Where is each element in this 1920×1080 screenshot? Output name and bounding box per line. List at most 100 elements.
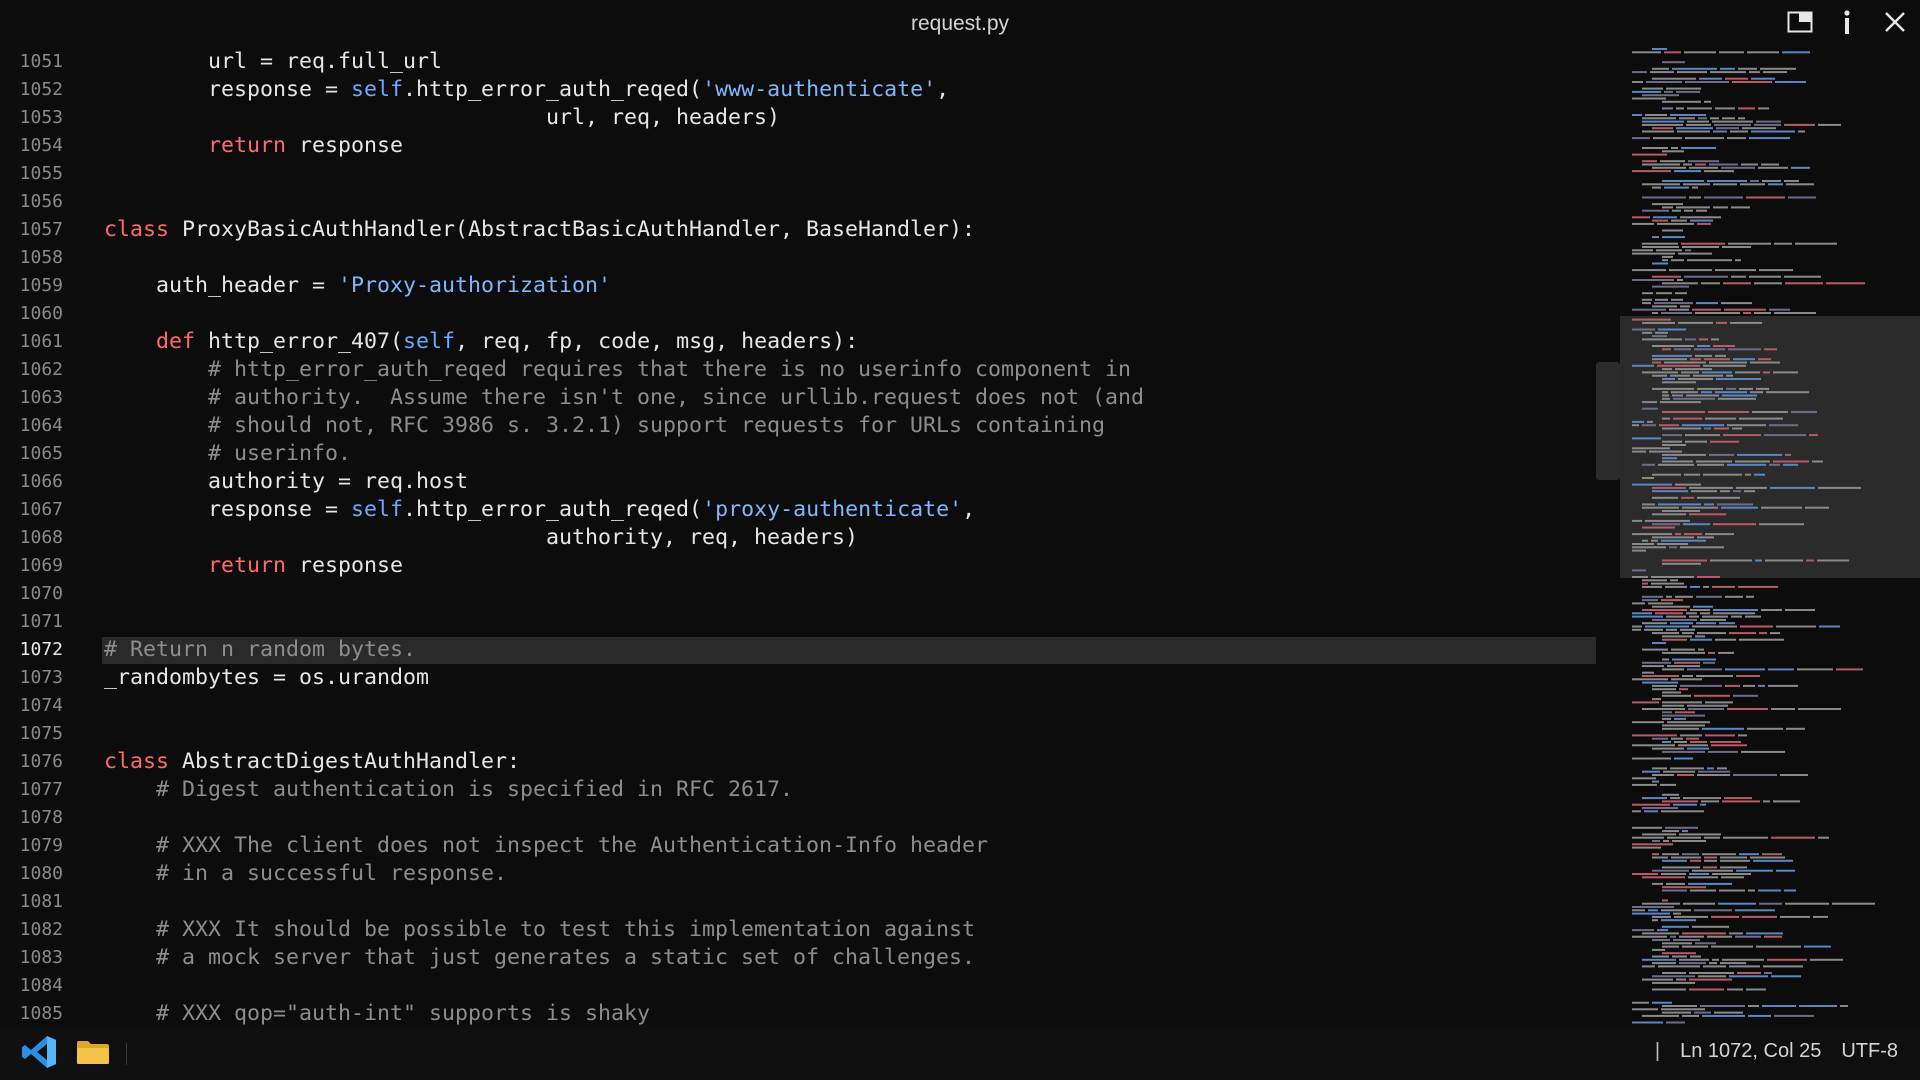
minimap-stroke [1678,252,1712,255]
code-line[interactable]: 1062 # http_error_auth_reqed requires th… [0,356,1596,384]
minimap-stroke [1712,120,1753,123]
code-line[interactable]: 1069 return response [0,552,1596,580]
code-line[interactable]: 1055 [0,160,1596,188]
code-line[interactable]: 1071 [0,608,1596,636]
minimap-stroke [1704,358,1730,361]
minimap-stroke [1686,612,1697,615]
code-line[interactable]: 1054 return response [0,132,1596,160]
minimap-stroke [1662,899,1668,902]
code-line[interactable]: 1085 # XXX qop="auth-int" supports is sh… [0,1000,1596,1025]
minimap-stroke [1738,734,1747,737]
code-line[interactable]: 1051 url = req.full_url [0,48,1596,76]
minimap-stroke [1773,800,1800,803]
minimap-stroke [1798,708,1841,710]
code-line[interactable]: 1083 # a mock server that just generates… [0,944,1596,972]
code-line[interactable]: 1067 response = self.http_error_auth_req… [0,496,1596,524]
minimap-stroke [1642,209,1669,212]
code-line[interactable]: 1075 [0,720,1596,748]
scrollbar-thumb[interactable] [1596,362,1620,480]
minimap-stroke [1754,473,1765,476]
code-line[interactable]: 1063 # authority. Assume there isn't one… [0,384,1596,412]
code-line[interactable]: 1082 # XXX It should be possible to test… [0,916,1596,944]
minimap-stroke [1771,975,1801,978]
code-line[interactable]: 1084 [0,972,1596,1000]
minimap-stroke [1690,955,1701,958]
code-line[interactable]: 1070 [0,580,1596,608]
code-line[interactable]: 1076 class AbstractDigestAuthHandler: [0,748,1596,776]
line-code: url, req, headers) [546,105,781,130]
minimap-stroke [1756,387,1769,390]
code-line[interactable]: 1066 authority = req.host [0,468,1596,496]
minimap-stroke [1780,774,1808,776]
minimap-stroke [1713,206,1728,209]
minimap-stroke [1632,543,1654,545]
minimap-stroke [1642,130,1674,133]
minimap-stroke [1727,424,1766,427]
code-line[interactable]: 1060 [0,300,1596,328]
minimap-stroke [1685,137,1724,140]
minimap-stroke [1642,463,1655,466]
minimap-stroke [1687,120,1709,123]
minimap-stroke [1662,100,1701,103]
minimap-stroke [1662,427,1701,430]
minimap-stroke [1657,543,1688,545]
minimap-stroke [1784,889,1796,892]
minimap-stroke [1721,876,1744,879]
code-line[interactable]: 1053 url, req, headers) [0,104,1596,132]
code-line[interactable]: 1078 [0,804,1596,832]
code-line[interactable]: 1058 [0,244,1596,272]
minimap-stroke [1662,180,1704,182]
minimap-stroke [1783,463,1798,466]
code-line[interactable]: 1064 # should not, RFC 3986 s. 3.2.1) su… [0,412,1596,440]
minimap-stroke [1642,246,1679,248]
code-line[interactable]: 1056 [0,188,1596,216]
code-line[interactable]: 1080 # in a successful response. [0,860,1596,888]
minimap-stroke [1715,269,1756,272]
code-line[interactable]: 1059 auth_header = 'Proxy-authorization' [0,272,1596,300]
code-line[interactable]: 1074 [0,692,1596,720]
code-line[interactable]: 1061 def http_error_407(self, req, fp, c… [0,328,1596,356]
minimap-stroke [1715,638,1736,641]
panel-layout-button[interactable] [1782,8,1818,40]
minimap-stroke [1720,67,1735,70]
minimap-stroke [1660,160,1685,163]
minimap-stroke [1642,302,1651,305]
minimap-stroke [1703,866,1717,869]
cursor-position[interactable]: Ln 1072, Col 25 [1680,1040,1821,1063]
code-line[interactable]: 1065 # userinfo. [0,440,1596,468]
minimap-stroke [1675,711,1695,714]
code-line[interactable]: 1057 class ProxyBasicAuthHandler(Abstract… [0,216,1596,244]
minimap-stroke [1653,137,1682,140]
minimap[interactable] [1620,48,1920,1025]
minimap-stroke [1645,625,1689,628]
folder-icon[interactable] [76,1039,110,1070]
code-editor[interactable]: 1051 url = req.full_url 1052 response = s… [0,48,1596,1025]
minimap-stroke [1661,919,1696,922]
minimap-stroke [1683,163,1692,166]
line-code: class AbstractDigestAuthHandler: [104,749,521,774]
info-button[interactable] [1829,8,1865,40]
minimap-stroke [1642,123,1683,126]
code-line[interactable]: 1079 # XXX The client does not inspect t… [0,832,1596,860]
minimap-stroke [1686,394,1719,397]
code-line[interactable]: 1077 # Digest authentication is specifie… [0,776,1596,804]
minimap-stroke [1674,717,1686,720]
minimap-stroke [1702,371,1732,374]
line-number: 1064 [19,415,63,436]
minimap-stroke [1744,490,1755,493]
minimap-stroke [1696,595,1722,598]
minimap-stroke [1708,651,1715,654]
minimap-stroke [1697,576,1720,578]
code-line[interactable]: 1073 _randombytes = os.urandom [0,664,1596,692]
code-line[interactable]: 1081 [0,888,1596,916]
minimap-stroke [1763,71,1787,74]
code-line[interactable]: 1068 authority, req, headers) [0,524,1596,552]
minimap-stroke [1711,945,1753,948]
file-encoding[interactable]: UTF-8 [1841,1040,1898,1063]
minimap-stroke [1642,797,1667,800]
code-line[interactable]: 1052 response = self.http_error_auth_req… [0,76,1596,104]
close-button[interactable] [1877,8,1913,40]
code-line[interactable]: 1072 # Return n random bytes. [0,636,1596,664]
minimap-stroke [1733,358,1755,361]
vscode-icon[interactable] [20,1033,58,1076]
